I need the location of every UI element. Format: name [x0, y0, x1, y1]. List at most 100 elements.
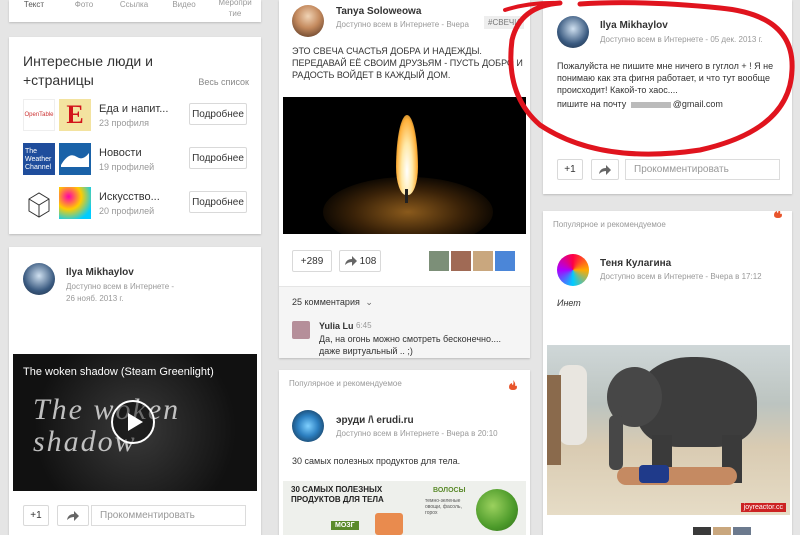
tab-photo[interactable]: Фото [59, 0, 109, 22]
plusers-avatars [693, 527, 751, 535]
video-art-text: The woken shadow [33, 393, 181, 458]
tab-video[interactable]: Видео [159, 0, 209, 22]
candle-flame [396, 115, 418, 195]
infographic-title: 30 САМЫХ ПОЛЕЗНЫХ ПРОДУКТОВ ДЛЯ ТЕЛА [291, 485, 384, 504]
user-avatar[interactable] [733, 527, 751, 535]
infographic-image[interactable]: 30 САМЫХ ПОЛЕЗНЫХ ПРОДУКТОВ ДЛЯ ТЕЛА МОЗ… [283, 481, 526, 535]
email-prefix: пишите на почту [557, 99, 627, 109]
people-item-name[interactable]: Новости [99, 147, 142, 159]
chevron-down-icon: ⌄ [365, 297, 373, 307]
people-row-food: OpenTable E Еда и напит... 23 профиля По… [23, 99, 253, 135]
plus-one-button[interactable]: +289 [292, 250, 332, 272]
user-avatar[interactable] [495, 251, 515, 271]
post-meta: Доступно всем в Интернете - Вчера в 20:1… [336, 429, 498, 438]
comment-input[interactable]: Прокомментировать [625, 159, 780, 180]
opentable-logo[interactable]: OpenTable [23, 99, 55, 131]
people-item-count: 20 профилей [99, 206, 155, 216]
plus-one-button[interactable]: +1 [557, 159, 583, 180]
person-standing [559, 365, 587, 445]
infographic-label-hair: ВОЛОСЫ [433, 487, 466, 494]
elephant-trunk [609, 415, 623, 470]
plusers-avatars [429, 251, 515, 271]
art-logo-colorful[interactable] [59, 187, 91, 219]
tab-text[interactable]: Текст [9, 0, 59, 22]
avatar[interactable] [292, 410, 324, 442]
email-domain[interactable]: @gmail.com [673, 99, 723, 109]
author-name[interactable]: эруди /\ erudi.ru [336, 415, 414, 426]
comment-time: 6:45 [356, 321, 372, 330]
fire-icon [507, 378, 519, 396]
share-arrow-icon [67, 510, 79, 521]
share-button[interactable]: 108 [339, 250, 381, 272]
infographic-label-brain: МОЗГ [331, 521, 359, 530]
author-name[interactable]: Ilya Mikhaylov [600, 20, 668, 31]
weather-channel-logo[interactable]: The Weather Channel [23, 143, 55, 175]
avatar[interactable] [23, 263, 55, 295]
avatar[interactable] [292, 5, 324, 37]
share-count: 108 [359, 255, 377, 267]
people-row-art: Искусство... 20 профилей Подробнее [23, 187, 253, 223]
post-ilya-complaint: Ilya Mikhaylov Доступно всем в Интернете… [543, 0, 792, 194]
people-row-news: The Weather Channel Новости 19 профилей … [23, 143, 253, 179]
news-logo[interactable] [59, 143, 91, 175]
eater-logo[interactable]: E [59, 99, 91, 131]
author-name[interactable]: Теня Кулагина [600, 258, 671, 269]
tab-label: Текст [23, 0, 45, 9]
art-logo-box[interactable] [23, 187, 55, 219]
section-label: Популярное и рекомендуемое [289, 379, 402, 388]
details-button[interactable]: Подробнее [189, 103, 247, 125]
post-ilya-video: Ilya Mikhaylov Доступно всем в Интернете… [9, 247, 261, 535]
commenter-avatar[interactable] [292, 321, 310, 339]
hashtag-badge[interactable]: #СВЕЧИ [484, 16, 524, 29]
people-item-name[interactable]: Искусство... [99, 191, 160, 203]
people-item-name[interactable]: Еда и напит... [99, 103, 168, 115]
email-line: пишите на почту @gmail.com [557, 99, 723, 109]
wave-icon [61, 153, 89, 167]
comments-toggle[interactable]: 25 комментария ⌄ [292, 297, 373, 308]
post-tenya-elephant: Популярное и рекомендуемое Теня Кулагина… [543, 211, 792, 535]
details-button[interactable]: Подробнее [189, 147, 247, 169]
post-meta: Доступно всем в Интернете - Вчера [336, 20, 469, 29]
post-meta: Доступно всем в Интернете - 05 дек. 2013… [600, 35, 763, 44]
avatar[interactable] [557, 16, 589, 48]
post-meta: Доступно всем в Интернете - Вчера в 17:1… [600, 272, 762, 281]
video-title: The woken shadow (Steam Greenlight) [23, 366, 214, 378]
user-avatar[interactable] [429, 251, 449, 271]
tab-event[interactable]: Меропри тие [209, 0, 261, 22]
post-tanya-candle: Tanya Soloweowa Доступно всем в Интернет… [279, 0, 530, 358]
person-standing [547, 375, 561, 465]
box-icon [28, 192, 50, 218]
user-avatar[interactable] [473, 251, 493, 271]
comment-input[interactable]: Прокомментировать [91, 505, 246, 526]
user-avatar[interactable] [713, 527, 731, 535]
comment-text: Да, на огонь можно смотреть бесконечно..… [319, 334, 502, 356]
post-text: Инет [557, 298, 581, 308]
details-button[interactable]: Подробнее [189, 191, 247, 213]
people-title: Интересные люди и +страницы [23, 53, 153, 88]
tab-link[interactable]: Ссылка [109, 0, 159, 22]
all-list-link[interactable]: Весь список [198, 77, 249, 87]
comments-count: 25 комментария [292, 297, 360, 307]
play-button[interactable] [111, 400, 155, 444]
post-erudi: Популярное и рекомендуемое эруди /\ erud… [279, 370, 530, 535]
avatar[interactable] [557, 254, 589, 286]
video-player[interactable]: The woken shadow (Steam Greenlight) The … [13, 354, 257, 491]
share-button[interactable] [57, 505, 89, 526]
post-text: Пожалуйста не пишите мне ничего в гуглол… [557, 61, 774, 95]
user-avatar[interactable] [693, 527, 711, 535]
share-button[interactable] [591, 159, 619, 180]
tab-label: Меропри тие [218, 0, 252, 18]
commenter-name[interactable]: Yulia Lu [319, 321, 354, 331]
infographic-broccoli [476, 489, 518, 531]
author-name[interactable]: Tanya Soloweowa [336, 6, 421, 17]
interesting-people-card: Интересные люди и +страницы Весь список … [9, 37, 261, 234]
author-name[interactable]: Ilya Mikhaylov [66, 267, 134, 278]
user-avatar[interactable] [451, 251, 471, 271]
elephant-image[interactable]: joyreactor.cc [547, 345, 790, 515]
candle-image[interactable] [283, 97, 526, 234]
infographic-small-text: темно-зеленые овощи, фасоль, горох [425, 498, 462, 516]
post-text: 30 самых полезных продуктов для тела. [292, 456, 461, 466]
tab-label: Видео [172, 0, 196, 9]
share-arrow-icon [599, 164, 611, 175]
plus-one-button[interactable]: +1 [23, 505, 49, 526]
